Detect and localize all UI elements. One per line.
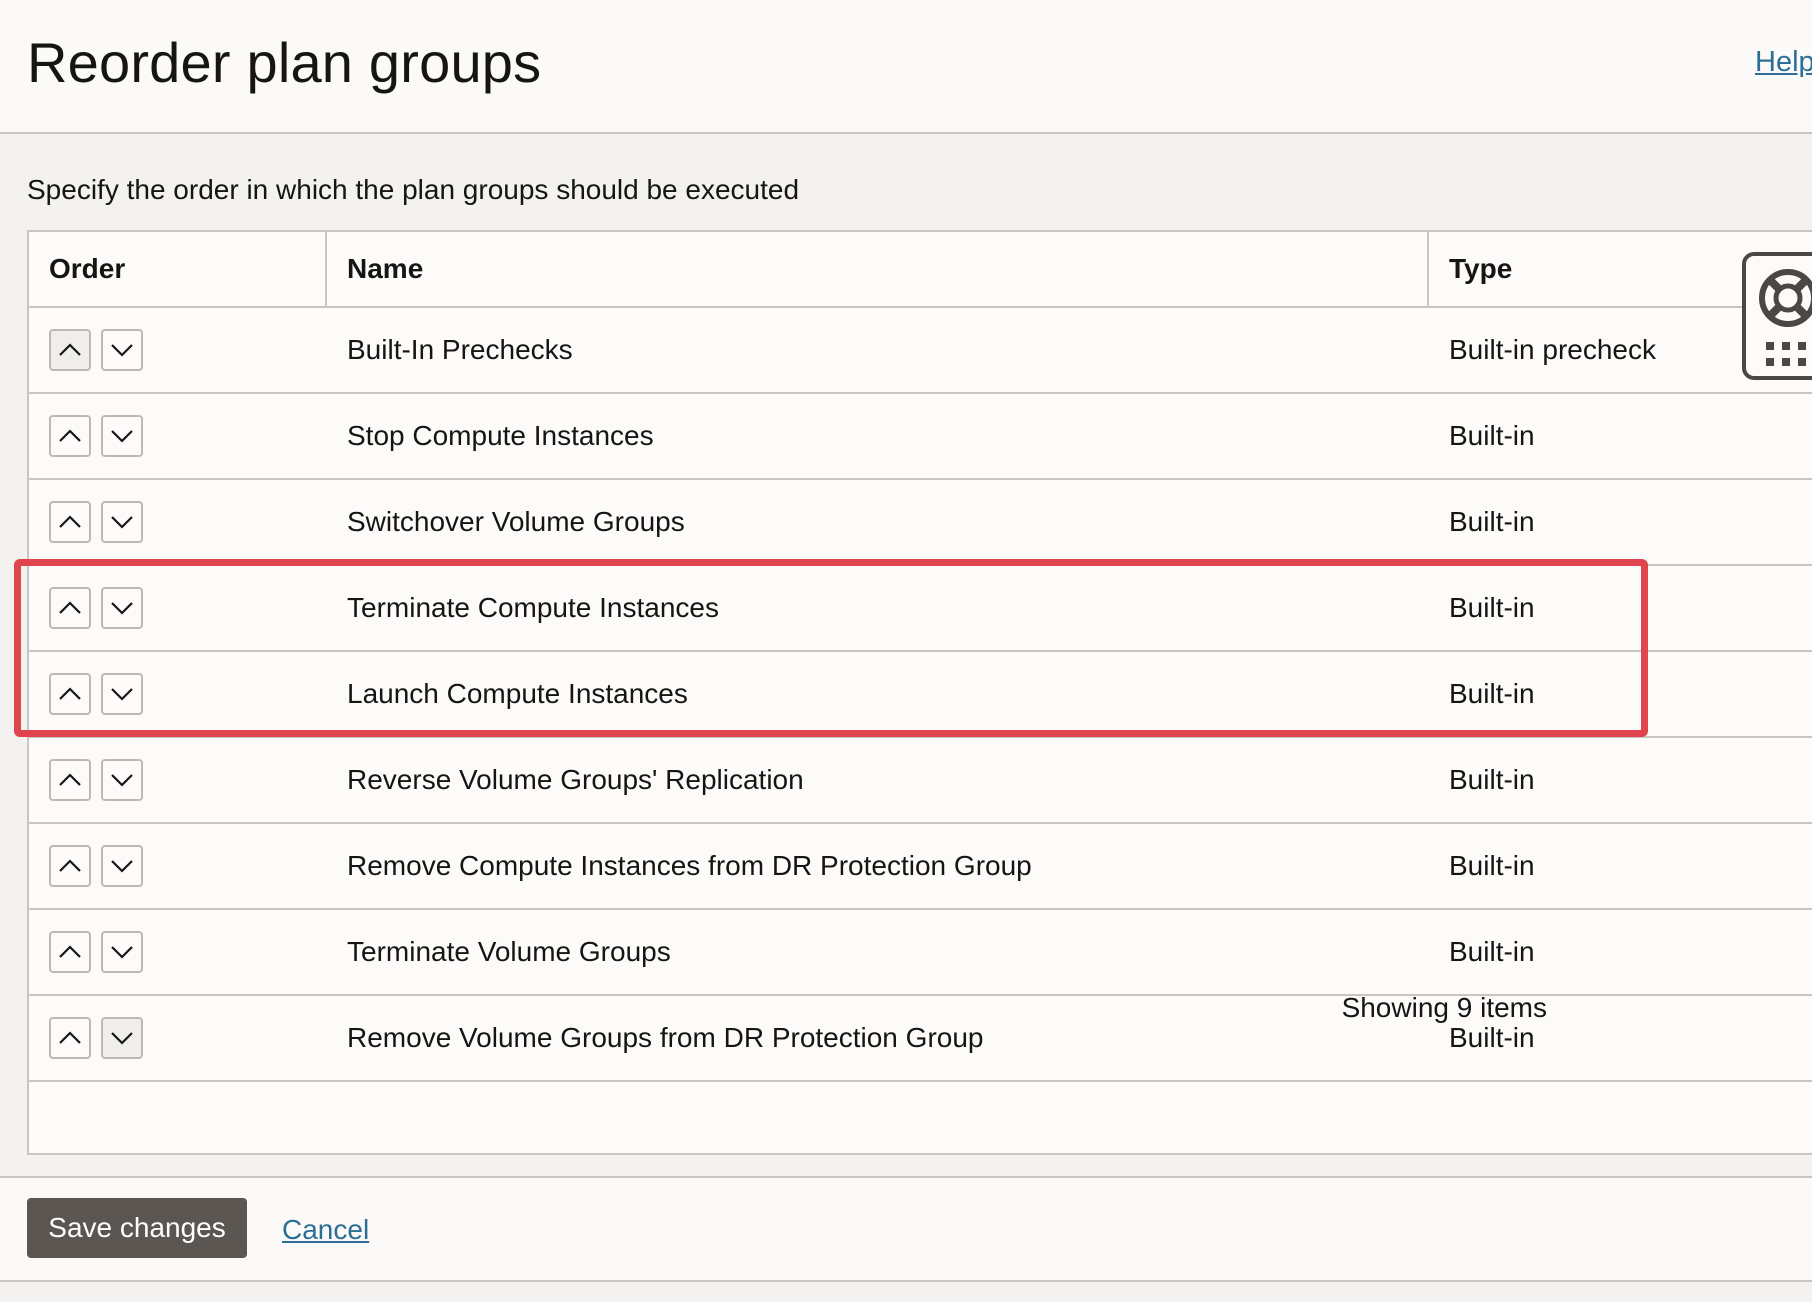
move-down-button[interactable] <box>101 1017 143 1059</box>
move-down-button[interactable] <box>101 673 143 715</box>
dialog-body: Specify the order in which the plan grou… <box>0 134 1812 1178</box>
chevron-up-icon <box>59 859 81 872</box>
chevron-up-icon <box>59 687 81 700</box>
chevron-down-icon <box>111 1032 133 1045</box>
helper-widget[interactable] <box>1742 252 1812 380</box>
column-header-name[interactable]: Name <box>327 232 1429 306</box>
move-up-button[interactable] <box>49 1017 91 1059</box>
chevron-down-icon <box>111 602 133 615</box>
plan-group-type: Built-in <box>1449 850 1535 881</box>
save-changes-button[interactable]: Save changes <box>27 1198 247 1258</box>
table-row: Stop Compute Instances Built-in <box>29 394 1812 480</box>
plan-group-name: Built-In Prechecks <box>347 334 573 365</box>
move-up-button[interactable] <box>49 415 91 457</box>
chevron-down-icon <box>111 860 133 873</box>
chevron-down-icon <box>111 430 133 443</box>
plan-group-name: Terminate Compute Instances <box>347 592 719 623</box>
dialog-footer: Save changes Cancel <box>0 1178 1812 1282</box>
help-link[interactable]: Help <box>1755 46 1812 79</box>
chevron-down-icon <box>111 774 133 787</box>
plan-group-name: Remove Compute Instances from DR Protect… <box>347 850 1032 881</box>
move-up-button[interactable] <box>49 587 91 629</box>
table-row: Launch Compute Instances Built-in <box>29 652 1812 738</box>
chevron-up-icon <box>59 515 81 528</box>
plan-group-type: Built-in <box>1449 678 1535 709</box>
plan-group-name: Stop Compute Instances <box>347 420 654 451</box>
plan-group-name: Reverse Volume Groups' Replication <box>347 764 804 795</box>
move-down-button[interactable] <box>101 845 143 887</box>
move-up-button[interactable] <box>49 501 91 543</box>
plan-group-type: Built-in <box>1449 592 1535 623</box>
move-down-button[interactable] <box>101 931 143 973</box>
move-up-button[interactable] <box>49 931 91 973</box>
plan-group-type: Built-in <box>1449 506 1535 537</box>
chevron-down-icon <box>111 946 133 959</box>
page-header: Reorder plan groups Help <box>0 0 1812 134</box>
chevron-up-icon <box>59 1031 81 1044</box>
table-row: Built-In Prechecks Built-in precheck <box>29 308 1812 394</box>
table-row: Remove Compute Instances from DR Protect… <box>29 824 1812 910</box>
move-up-button[interactable] <box>49 759 91 801</box>
table-row: Terminate Compute Instances Built-in <box>29 566 1812 652</box>
move-up-button[interactable] <box>49 845 91 887</box>
description-text: Specify the order in which the plan grou… <box>27 174 800 205</box>
move-down-button[interactable] <box>101 415 143 457</box>
chevron-up-icon <box>59 773 81 786</box>
item-count: Showing 9 items <box>1341 992 1547 1023</box>
chevron-up-icon <box>59 429 81 442</box>
grid-icon <box>1766 342 1806 366</box>
chevron-up-icon <box>59 343 81 356</box>
plan-group-name: Terminate Volume Groups <box>347 936 671 967</box>
table-row: Switchover Volume Groups Built-in <box>29 480 1812 566</box>
chevron-down-icon <box>111 344 133 357</box>
move-down-button[interactable] <box>101 759 143 801</box>
plan-group-type: Built-in precheck <box>1449 334 1656 365</box>
chevron-down-icon <box>111 688 133 701</box>
bottom-strip <box>0 1282 1812 1302</box>
plan-group-type: Built-in <box>1449 420 1535 451</box>
move-up-button[interactable] <box>49 673 91 715</box>
table-header: Order Name Type <box>29 232 1812 308</box>
lifebuoy-icon <box>1759 269 1812 327</box>
move-up-button[interactable] <box>49 329 91 371</box>
cancel-link[interactable]: Cancel <box>282 1214 369 1246</box>
table-row: Reverse Volume Groups' Replication Built-… <box>29 738 1812 824</box>
plan-group-type: Built-in <box>1449 764 1535 795</box>
plan-group-name: Remove Volume Groups from DR Protection … <box>347 1022 984 1053</box>
move-down-button[interactable] <box>101 587 143 629</box>
plan-group-name: Switchover Volume Groups <box>347 506 685 537</box>
plan-group-name: Launch Compute Instances <box>347 678 688 709</box>
plan-groups-table: Order Name Type Built-In Prechecks Built-… <box>27 230 1812 1155</box>
chevron-down-icon <box>111 516 133 529</box>
move-down-button[interactable] <box>101 329 143 371</box>
move-down-button[interactable] <box>101 501 143 543</box>
column-header-order[interactable]: Order <box>29 232 327 306</box>
page-title: Reorder plan groups <box>27 31 542 94</box>
chevron-up-icon <box>59 601 81 614</box>
chevron-up-icon <box>59 945 81 958</box>
